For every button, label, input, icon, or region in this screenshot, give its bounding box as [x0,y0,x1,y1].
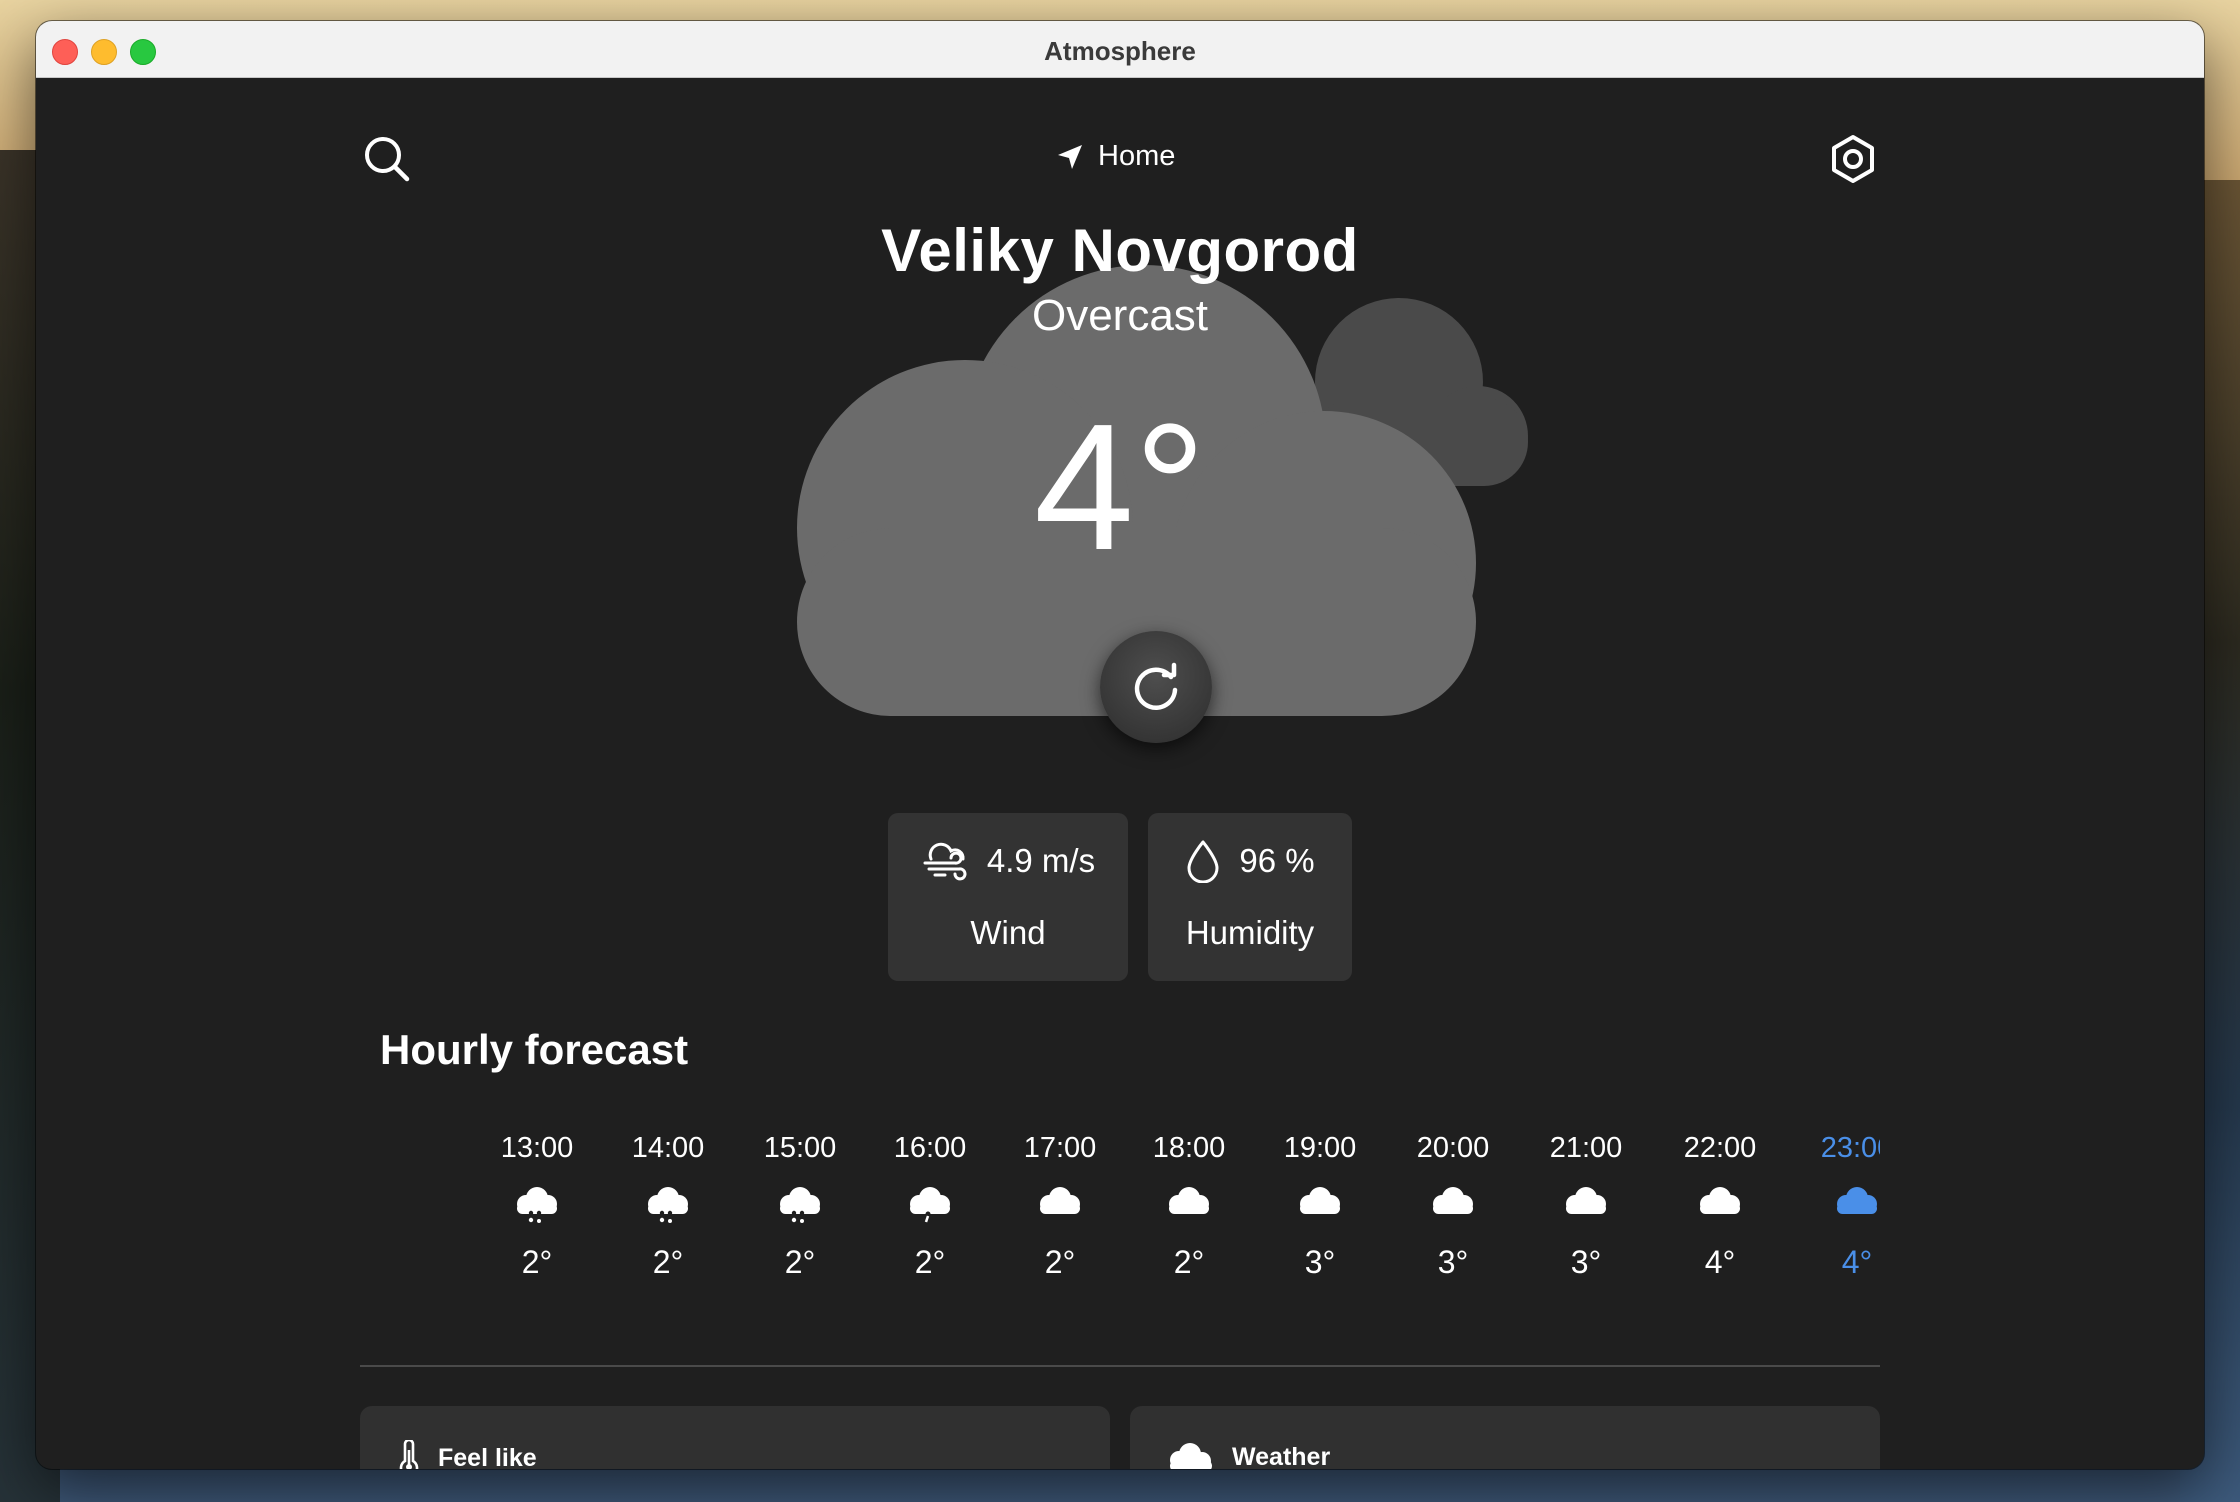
hourly-temp: 4° [1841,1244,1873,1280]
cloud-icon [1005,1168,1115,1240]
hourly-temp: 3° [1437,1244,1469,1280]
cloud-icon [1170,1443,1212,1469]
settings-button[interactable] [1828,134,1878,184]
cloud-icon [1398,1168,1508,1240]
hourly-item[interactable]: 21:00 3° [1531,1128,1641,1284]
hourly-item[interactable]: 16:00 2° [875,1128,985,1284]
settings-hexagon-icon [1832,135,1874,183]
feel-like-label: Feel like [438,1443,537,1470]
weather-card[interactable]: Weather [1130,1406,1880,1469]
hourly-temp: 3° [1570,1244,1602,1280]
humidity-label: Humidity [1185,914,1315,951]
hourly-time: 18:00 [1152,1132,1226,1164]
wind-value: 4.9 m/s [986,842,1096,879]
hourly-time: 23:00 [1820,1132,1880,1164]
cloud-icon [1665,1168,1775,1240]
humidity-value: 96 % [1239,842,1315,879]
hourly-temp: 2° [1044,1244,1076,1280]
section-divider [360,1365,1880,1367]
weather-label: Weather [1232,1442,1331,1470]
hourly-temp: 2° [521,1244,553,1280]
hourly-time: 17:00 [1023,1132,1097,1164]
search-button[interactable] [362,134,412,184]
snow-rain-icon [482,1168,592,1240]
snow-rain-icon [745,1168,855,1240]
hourly-item[interactable]: 23:00 4° [1802,1128,1880,1284]
wind-label: Wind [970,914,1046,951]
app-window: Atmosphere Home Veliky Novgorod Overcast… [36,21,2204,1469]
refresh-button[interactable] [1100,631,1212,743]
city-name: Veliky Novgorod [881,217,1359,284]
window-title: Atmosphere [1044,36,1196,66]
hourly-time: 15:00 [763,1132,837,1164]
location-label: Home [1098,140,1176,172]
droplet-icon [1187,840,1219,883]
hourly-time: 13:00 [500,1132,574,1164]
location-arrow-icon [1058,144,1082,169]
current-condition: Overcast [1031,291,1209,340]
hourly-item[interactable]: 17:00 2° [1005,1128,1115,1284]
hourly-time: 20:00 [1416,1132,1490,1164]
hourly-time: 14:00 [631,1132,705,1164]
hourly-item[interactable]: 18:00 2° [1134,1128,1244,1284]
hourly-forecast-strip[interactable]: :001°13:002°14:002°15:002°16:002°17:002°… [360,1128,1880,1328]
hourly-temp: 2° [784,1244,816,1280]
feel-like-card[interactable]: Feel like [360,1406,1110,1469]
humidity-card: 96 % Humidity [1148,813,1352,981]
hourly-time: 19:00 [1283,1132,1357,1164]
hourly-time: 22:00 [1683,1132,1757,1164]
hourly-time: 21:00 [1549,1132,1623,1164]
cloud-icon [1265,1168,1375,1240]
hourly-item[interactable]: 14:00 2° [613,1128,723,1284]
hourly-item[interactable]: 13:00 2° [482,1128,592,1284]
search-icon [365,137,410,182]
drizzle-icon [875,1168,985,1240]
current-temperature: 4° [1033,387,1207,588]
snow-rain-icon [613,1168,723,1240]
wind-card: 4.9 m/s Wind [888,813,1128,981]
hourly-item[interactable]: 20:00 3° [1398,1128,1508,1284]
refresh-icon [1134,662,1178,710]
hourly-time: 16:00 [893,1132,967,1164]
hourly-item[interactable]: 22:00 4° [1665,1128,1775,1284]
cloud-icon [1802,1168,1880,1240]
hourly-temp: 2° [914,1244,946,1280]
cloud-icon [1134,1168,1244,1240]
hourly-forecast-title: Hourly forecast [380,1026,689,1073]
thermometer-icon [399,1440,419,1469]
hourly-temp: 2° [652,1244,684,1280]
hourly-item[interactable]: 19:00 3° [1265,1128,1375,1284]
hourly-item[interactable]: 15:00 2° [745,1128,855,1284]
title-bar: Atmosphere [36,21,2204,78]
hourly-temp: 3° [1304,1244,1336,1280]
current-location-link[interactable]: Home [1056,140,1175,173]
hourly-temp: 4° [1704,1244,1736,1280]
cloud-icon [1531,1168,1641,1240]
wind-icon [923,842,967,881]
weather-main: Home Veliky Novgorod Overcast 4° 4.9 m/s… [36,78,2204,1469]
hourly-temp: 2° [1173,1244,1205,1280]
